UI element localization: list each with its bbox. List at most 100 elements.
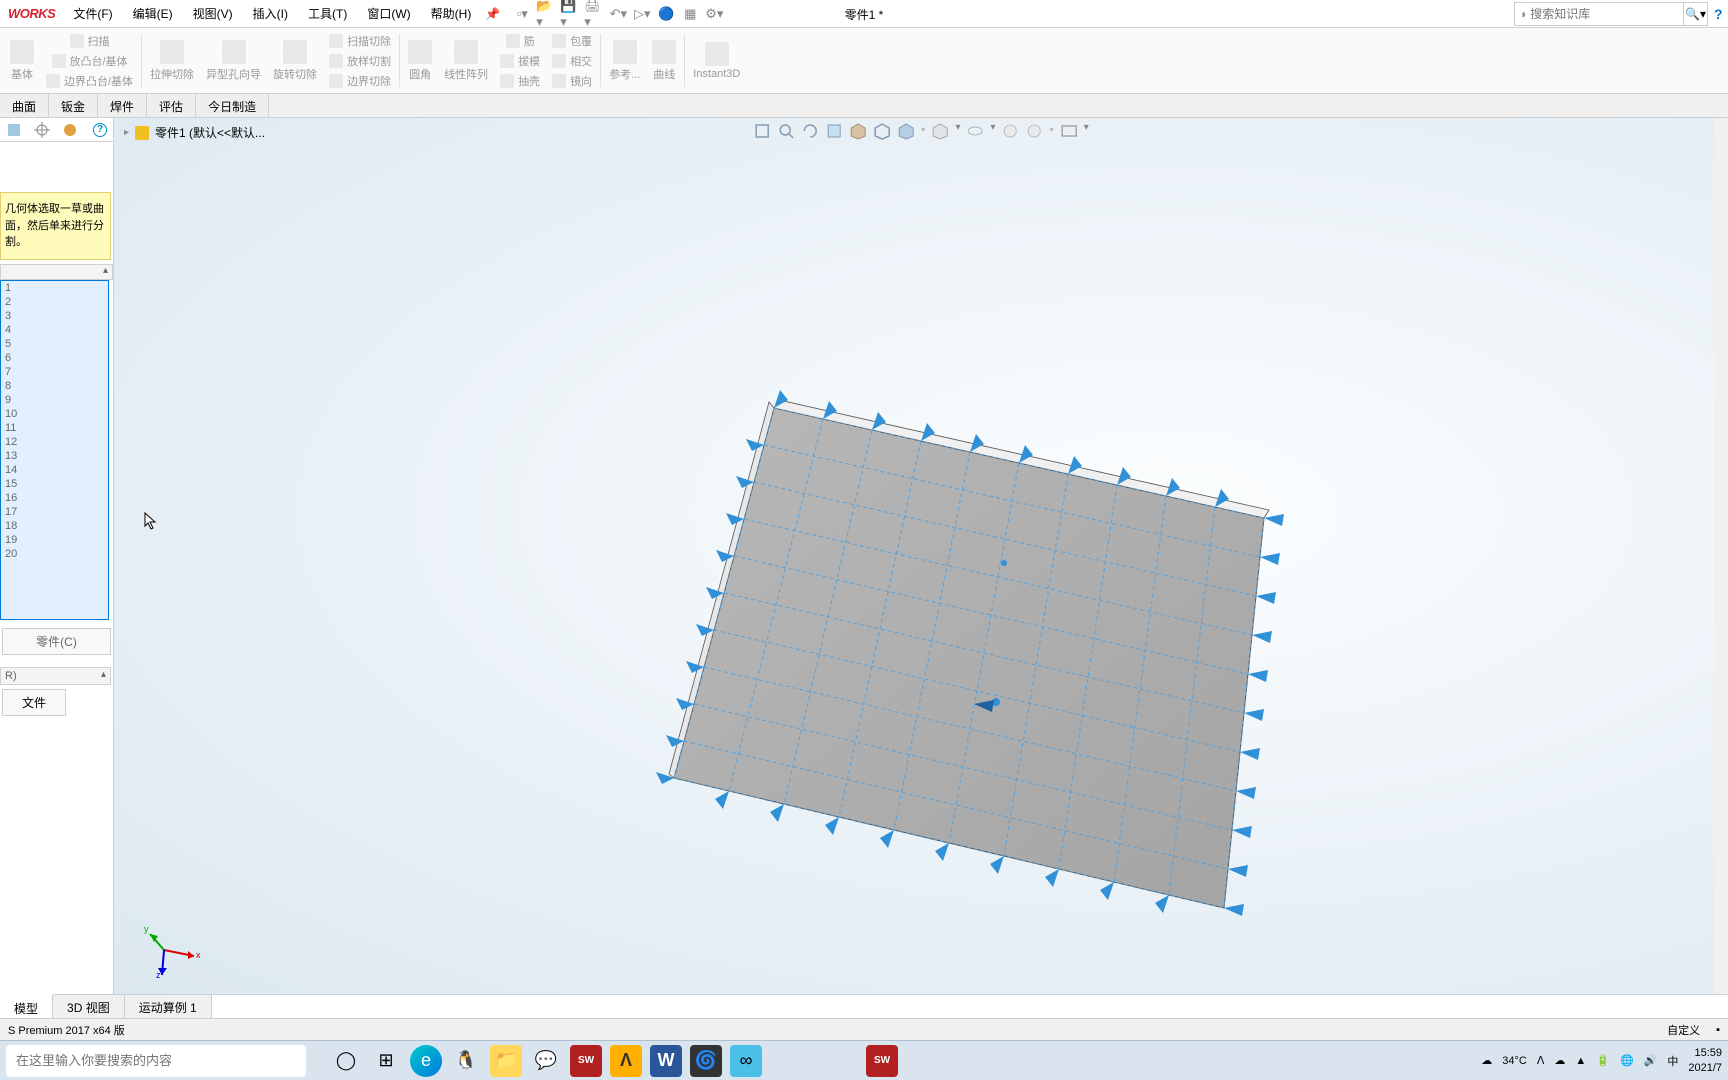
tb-ansys-icon[interactable]: Λ: [610, 1045, 642, 1077]
list-item[interactable]: 17: [1, 505, 108, 519]
rib-loft-cut[interactable]: 放样切割: [323, 51, 397, 71]
vp-drop3[interactable]: ▾: [1084, 122, 1089, 140]
hide-show-icon[interactable]: [897, 122, 915, 140]
list-item[interactable]: 16: [1, 491, 108, 505]
prev-view-icon[interactable]: [801, 122, 819, 140]
rib-cut-revolve[interactable]: 旋转切除: [267, 30, 323, 91]
list-item[interactable]: 2: [1, 295, 108, 309]
rib-mirror[interactable]: 镜向: [546, 71, 598, 91]
select-icon[interactable]: ▷▾: [632, 4, 652, 24]
tb-sw-icon[interactable]: SW: [570, 1045, 602, 1077]
print-icon[interactable]: 🖨▾: [584, 4, 604, 24]
view-settings-icon[interactable]: [1060, 122, 1078, 140]
breadcrumb[interactable]: ▸ 零件1 (默认<<默认...: [124, 124, 265, 141]
menu-help[interactable]: 帮助(H): [421, 0, 482, 27]
taskbar-search-input[interactable]: [16, 1053, 296, 1068]
ftab-surface[interactable]: 曲面: [0, 94, 49, 117]
ptab-feature-icon[interactable]: [6, 122, 22, 138]
search-icon[interactable]: 🔍▾: [1684, 2, 1708, 26]
rib-cut-extrude[interactable]: 拉伸切除: [144, 30, 200, 91]
tray-volume-icon[interactable]: 🔊: [1644, 1054, 1658, 1067]
btab-3dview[interactable]: 3D 视图: [53, 995, 125, 1018]
tb-wechat-icon[interactable]: 💬: [530, 1045, 562, 1077]
pin-icon[interactable]: 📌: [485, 7, 500, 21]
btab-model[interactable]: 模型: [0, 994, 53, 1018]
rib-sweep[interactable]: 扫描: [40, 31, 139, 51]
rib-fillet[interactable]: 圆角: [402, 30, 438, 91]
viewport-scrollbar[interactable]: [1714, 118, 1728, 994]
rib-pattern[interactable]: 线性阵列: [438, 30, 494, 91]
btab-motion[interactable]: 运动算例 1: [125, 995, 212, 1018]
settings-icon[interactable]: ⚙▾: [704, 4, 724, 24]
menu-view[interactable]: 视图(V): [183, 0, 243, 27]
list-item[interactable]: 12: [1, 435, 108, 449]
tb-sw2-icon[interactable]: SW: [866, 1045, 898, 1077]
list-item[interactable]: 9: [1, 393, 108, 407]
open-icon[interactable]: 📂▾: [536, 4, 556, 24]
tray-network-icon[interactable]: 🌐: [1620, 1054, 1634, 1067]
tray-battery-icon[interactable]: 🔋: [1596, 1054, 1610, 1067]
section-icon[interactable]: [825, 122, 843, 140]
list-item[interactable]: 11: [1, 421, 108, 435]
crumb-expand-icon[interactable]: ▸: [124, 127, 129, 138]
clock[interactable]: 15:59 2021/7: [1688, 1046, 1722, 1075]
file-button[interactable]: 文件: [2, 689, 66, 716]
menu-window[interactable]: 窗口(W): [357, 0, 420, 27]
list-item[interactable]: 19: [1, 533, 108, 547]
undo-icon[interactable]: ↶▾: [608, 4, 628, 24]
ptab-property-icon[interactable]: [34, 122, 50, 138]
tb-word-icon[interactable]: W: [650, 1045, 682, 1077]
rib-sweep-cut[interactable]: 扫描切除: [323, 31, 397, 51]
rib-instant3d[interactable]: Instant3D: [687, 30, 746, 91]
display-style-icon[interactable]: [873, 122, 891, 140]
rib-ref[interactable]: 参考...: [603, 30, 646, 91]
list-item[interactable]: 4: [1, 323, 108, 337]
new-icon[interactable]: ▫▾: [512, 4, 532, 24]
list-item[interactable]: 15: [1, 477, 108, 491]
vp-drop2[interactable]: ▾: [990, 122, 995, 140]
list-item[interactable]: 6: [1, 351, 108, 365]
zoom-fit-icon[interactable]: [753, 122, 771, 140]
triad[interactable]: x y z: [144, 920, 204, 980]
list-item[interactable]: 10: [1, 407, 108, 421]
tb-app4-icon[interactable]: [802, 1045, 826, 1077]
tray-ime[interactable]: 中: [1667, 1053, 1678, 1069]
edit-appear-icon[interactable]: [931, 122, 949, 140]
tb-app3-icon[interactable]: [770, 1045, 794, 1077]
rib-curves[interactable]: 曲线: [646, 30, 682, 91]
ftab-weldment[interactable]: 焊件: [98, 94, 147, 117]
menu-tools[interactable]: 工具(T): [298, 0, 357, 27]
tb-qq-icon[interactable]: 🐧: [450, 1045, 482, 1077]
search-box[interactable]: ◑: [1514, 2, 1684, 26]
tb-app2-icon[interactable]: ∞: [730, 1045, 762, 1077]
panel-help-icon[interactable]: ?: [93, 123, 107, 137]
list-item[interactable]: 20: [1, 547, 108, 561]
tb-taskview-icon[interactable]: ⊞: [370, 1045, 402, 1077]
list-item[interactable]: 5: [1, 337, 108, 351]
status-custom[interactable]: 自定义: [1667, 1022, 1700, 1038]
rib-extrude[interactable]: 基体: [4, 30, 40, 91]
save-icon[interactable]: 💾▾: [560, 4, 580, 24]
ftab-today[interactable]: 今日制造: [196, 94, 269, 117]
list-item[interactable]: 18: [1, 519, 108, 533]
rib-draft[interactable]: 拔模: [494, 51, 546, 71]
render2-icon[interactable]: [1026, 122, 1044, 140]
menu-insert[interactable]: 插入(I): [243, 0, 298, 27]
tb-app5-icon[interactable]: [834, 1045, 858, 1077]
view-orient-icon[interactable]: [849, 122, 867, 140]
rib-wrap[interactable]: 包覆: [546, 31, 598, 51]
help-button[interactable]: ?: [1708, 6, 1728, 22]
rib-intersect[interactable]: 相交: [546, 51, 598, 71]
list-item[interactable]: 3: [1, 309, 108, 323]
rib-rib[interactable]: 筋: [494, 31, 546, 51]
tray-app-icon[interactable]: ▲: [1575, 1055, 1586, 1067]
tray-chevron-icon[interactable]: ᐱ: [1537, 1054, 1545, 1067]
options-icon[interactable]: ▦: [680, 4, 700, 24]
tb-explorer-icon[interactable]: 📁: [490, 1045, 522, 1077]
weather-icon[interactable]: ☁: [1481, 1054, 1492, 1067]
list-item[interactable]: 1: [1, 281, 108, 295]
rib-hole[interactable]: 异型孔向导: [200, 30, 267, 91]
tb-circle-icon[interactable]: ◯: [330, 1045, 362, 1077]
rib-shell[interactable]: 抽壳: [494, 71, 546, 91]
zoom-area-icon[interactable]: [777, 122, 795, 140]
